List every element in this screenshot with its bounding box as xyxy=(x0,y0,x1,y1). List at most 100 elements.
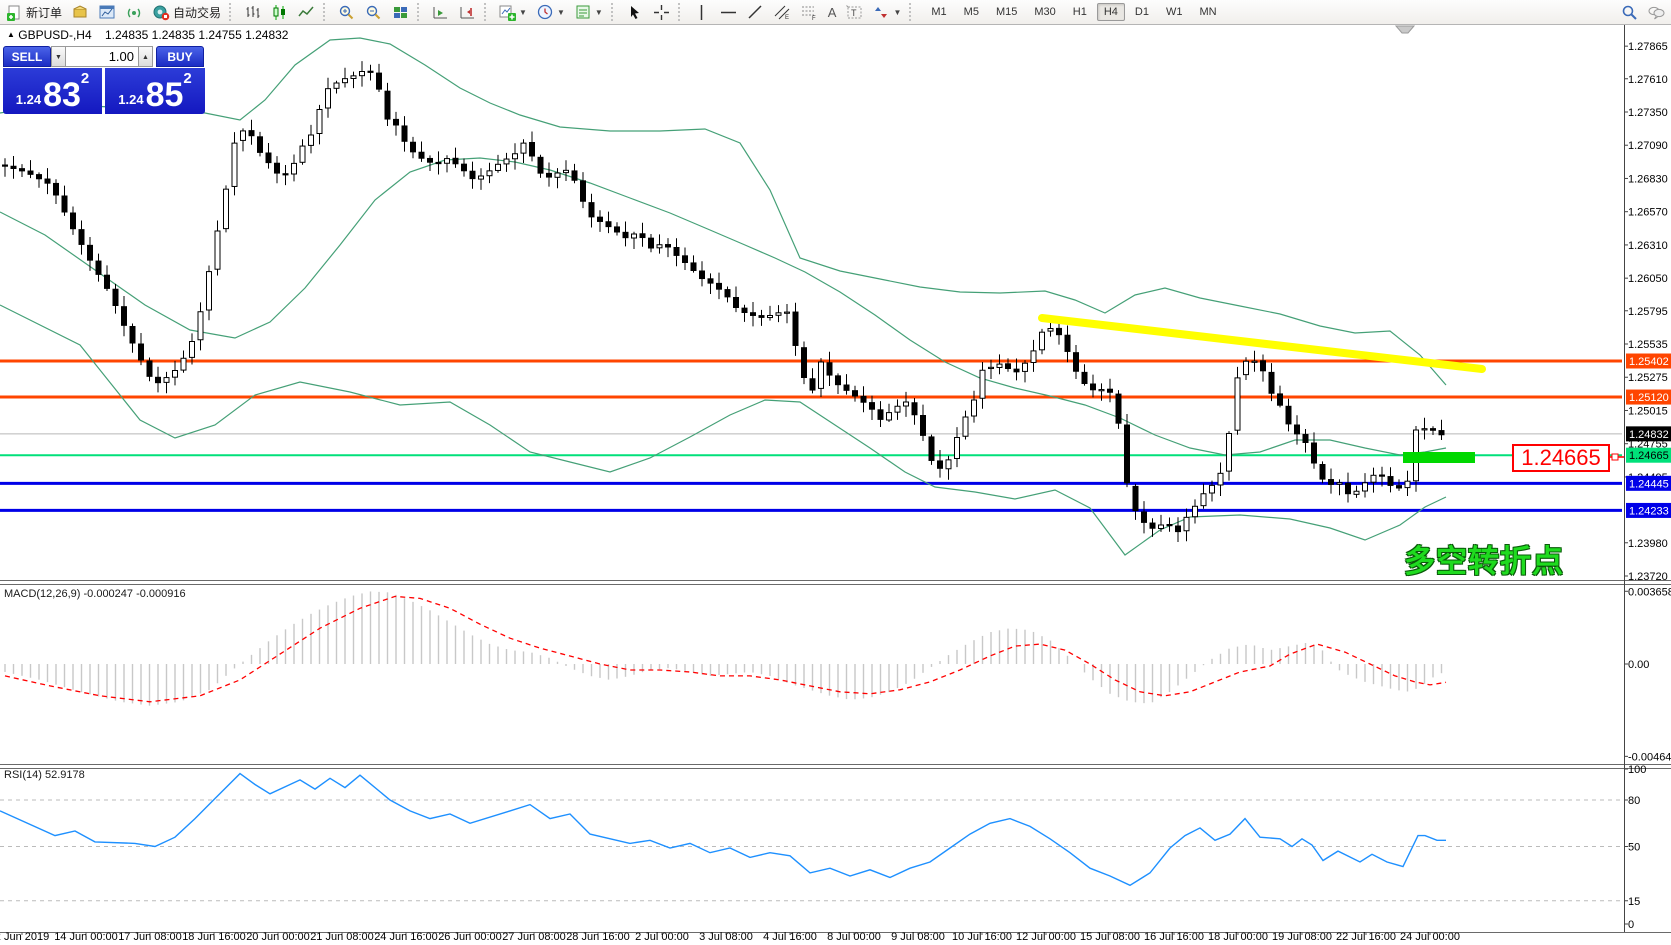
time-tick-label: 21 Jun 08:00 xyxy=(310,931,374,943)
candle-body xyxy=(598,217,603,221)
tf-w1-button[interactable]: W1 xyxy=(1159,3,1190,21)
toolbar-separator xyxy=(417,3,424,21)
indicators-button[interactable]: ▼ xyxy=(495,2,531,23)
tf-m5-button[interactable]: M5 xyxy=(957,3,986,21)
candle-body xyxy=(708,279,713,283)
candle-body xyxy=(929,437,934,461)
candle-body xyxy=(479,176,484,179)
bar-chart-icon xyxy=(244,4,261,21)
time-axis[interactable]: 2 Jun 201914 Jun 00:0017 Jun 08:0018 Jun… xyxy=(0,931,1460,943)
candle-body xyxy=(768,316,773,318)
chart-shift-button[interactable] xyxy=(455,2,480,23)
candle-body xyxy=(45,179,50,183)
candle-body xyxy=(1091,384,1096,390)
candle-body xyxy=(1125,425,1130,483)
rsi-indicator-label: RSI(14) 52.9178 xyxy=(4,769,85,781)
volume-decrease-button[interactable]: ▼ xyxy=(51,46,66,67)
candle-body xyxy=(402,126,407,141)
candle-body xyxy=(317,110,322,134)
crosshair-tool-button[interactable] xyxy=(649,2,674,23)
candle-body xyxy=(853,391,858,396)
candle-body xyxy=(462,164,467,171)
candle-body xyxy=(445,159,450,164)
zoom-in-button[interactable] xyxy=(334,2,359,23)
candle-body xyxy=(1057,328,1062,334)
candle-body xyxy=(946,460,951,469)
text-tool-button[interactable]: A xyxy=(824,3,841,22)
line-chart-button[interactable] xyxy=(294,2,319,23)
candle-body xyxy=(496,164,501,170)
candle-body xyxy=(1159,525,1164,529)
sell-price[interactable]: 1.24 83 2 xyxy=(3,68,102,114)
candle-body xyxy=(224,189,229,228)
candle-body xyxy=(700,271,705,279)
svg-text:F: F xyxy=(812,16,816,21)
candle-body xyxy=(895,406,900,412)
chat-button[interactable] xyxy=(1644,2,1669,23)
rsi-name: RSI(14) xyxy=(4,769,42,781)
market-watch-button[interactable] xyxy=(68,2,93,23)
macd-indicator-label: MACD(12,26,9) -0.000247 -0.000916 xyxy=(4,588,186,600)
candle-body xyxy=(1371,475,1376,482)
cursor-tool-button[interactable] xyxy=(622,2,647,23)
buy-price-big: 85 xyxy=(146,80,184,110)
tf-h4-button[interactable]: H4 xyxy=(1097,3,1125,21)
chart-windows-button[interactable] xyxy=(95,2,120,23)
time-tick-label: 2 Jul 00:00 xyxy=(635,931,689,943)
new-order-button[interactable]: 新订单 xyxy=(2,2,66,23)
templates-button[interactable]: ▼ xyxy=(571,2,607,23)
candle-body xyxy=(62,196,67,212)
vline-tool-button[interactable] xyxy=(689,2,714,23)
cursor-icon xyxy=(626,4,643,21)
candlestick-chart-button[interactable] xyxy=(267,2,292,23)
collapse-panel-icon[interactable]: ▲ xyxy=(7,30,15,39)
bar-chart-button[interactable] xyxy=(240,2,265,23)
trendline-tool-button[interactable] xyxy=(743,2,768,23)
tf-m30-button[interactable]: M30 xyxy=(1027,3,1062,21)
tile-windows-icon xyxy=(392,4,409,21)
candle-body xyxy=(1176,526,1181,532)
candle-body xyxy=(1227,433,1232,471)
search-button[interactable] xyxy=(1617,2,1642,23)
periods-button[interactable]: ▼ xyxy=(533,2,569,23)
label-tool-button[interactable]: T xyxy=(842,2,867,23)
volume-input[interactable] xyxy=(66,46,138,67)
candle-body xyxy=(1329,480,1334,485)
candle-body xyxy=(1048,329,1053,332)
tf-m15-button[interactable]: M15 xyxy=(989,3,1024,21)
highlight-bar-annotation[interactable] xyxy=(1403,452,1475,463)
toolbar-separator xyxy=(678,3,685,21)
candle-body xyxy=(207,272,212,310)
auto-scroll-button[interactable] xyxy=(428,2,453,23)
candle-body xyxy=(20,169,25,171)
candle-body xyxy=(419,152,424,158)
signals-button[interactable] xyxy=(122,2,147,23)
fibonacci-tool-button[interactable]: F xyxy=(797,2,822,23)
buy-button[interactable]: BUY xyxy=(156,46,204,67)
candle-body xyxy=(887,413,892,420)
candle-body xyxy=(232,143,237,186)
channel-tool-button[interactable]: E xyxy=(770,2,795,23)
chart-canvas[interactable]: 1.278651.276101.273501.270901.268301.265… xyxy=(0,0,1671,945)
arrows-tool-button[interactable]: ▼ xyxy=(869,2,905,23)
candle-body xyxy=(343,79,348,83)
candle-body xyxy=(385,91,390,119)
candle-body xyxy=(640,234,645,238)
candle-body xyxy=(819,362,824,388)
tf-m1-button[interactable]: M1 xyxy=(924,3,953,21)
hline-tool-button[interactable] xyxy=(716,2,741,23)
macd-tick-label: 0.003658 xyxy=(1628,586,1671,598)
sell-button[interactable]: SELL xyxy=(3,46,51,67)
tile-windows-button[interactable] xyxy=(388,2,413,23)
candle-body xyxy=(1397,486,1402,488)
tf-d1-button[interactable]: D1 xyxy=(1128,3,1156,21)
macd-name: MACD(12,26,9) xyxy=(4,588,80,600)
candle-body xyxy=(802,348,807,378)
volume-increase-button[interactable]: ▲ xyxy=(138,46,153,67)
auto-trading-button[interactable]: 自动交易 xyxy=(149,2,225,23)
tf-h1-button[interactable]: H1 xyxy=(1066,3,1094,21)
candle-body xyxy=(725,290,730,297)
tf-mn-button[interactable]: MN xyxy=(1192,3,1223,21)
buy-price[interactable]: 1.24 85 2 xyxy=(105,68,205,114)
zoom-out-button[interactable] xyxy=(361,2,386,23)
